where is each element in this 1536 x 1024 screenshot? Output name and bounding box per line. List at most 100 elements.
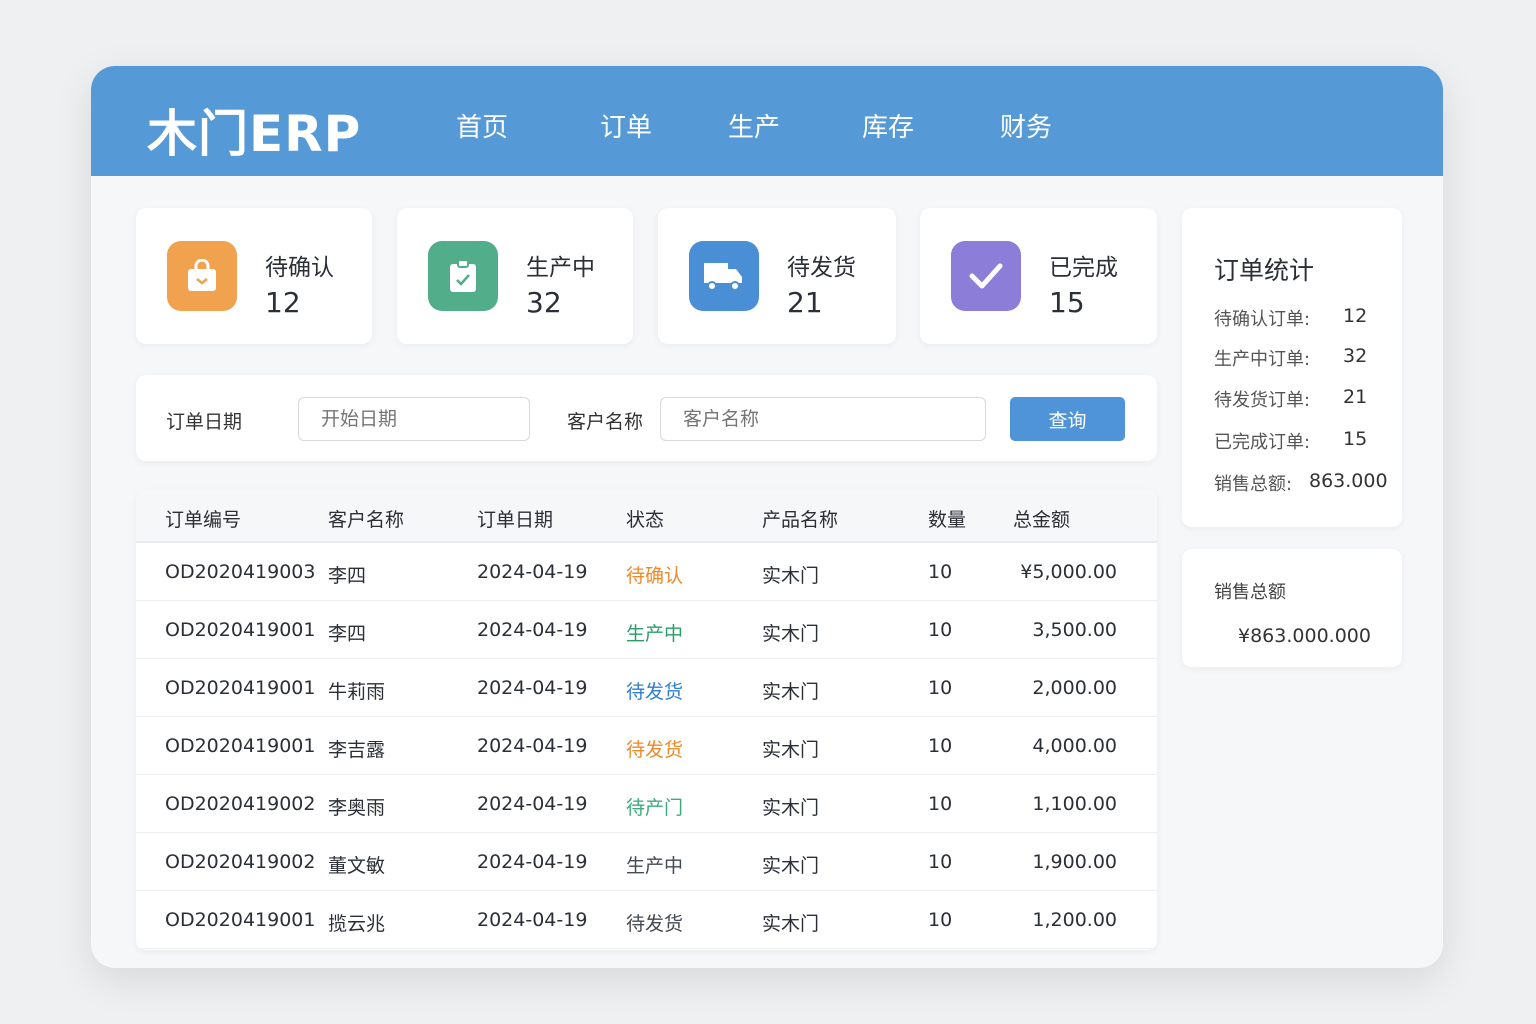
cell-status: 生产中 xyxy=(626,855,684,877)
sales-total-value: 863.000 xyxy=(1309,470,1388,492)
stat-card-shipping[interactable]: 待发货 21 xyxy=(658,208,896,344)
summary-value: 12 xyxy=(1343,305,1368,327)
cell-customer-name: 李四 xyxy=(328,623,367,645)
table-row[interactable]: OD2020419001 李吉露 2024-04-19 待发货 实木门 10 4,000.0… xyxy=(136,717,1157,775)
cell-order-id: OD2020419002 xyxy=(165,793,316,815)
nav-production[interactable]: 生产 xyxy=(728,107,780,144)
cell-product-name: 实木门 xyxy=(762,623,820,645)
stat-value: 15 xyxy=(1049,286,1085,319)
cell-status: 待产门 xyxy=(626,797,684,819)
cell-customer-name: 李奥雨 xyxy=(328,797,386,819)
cell-product-name: 实木门 xyxy=(762,739,820,761)
cell-quantity: 10 xyxy=(928,619,953,641)
table-header: 订单编号 客户名称 订单日期 状态 产品名称 数量 总金额 xyxy=(136,490,1157,543)
sales-card-label: 销售总额 xyxy=(1214,582,1286,603)
cell-order-date: 2024-04-19 xyxy=(477,851,588,873)
stat-label: 已完成 xyxy=(1049,255,1118,281)
summary-value: 32 xyxy=(1343,345,1368,367)
orders-table: 订单编号 客户名称 订单日期 状态 产品名称 数量 总金额 OD20204190… xyxy=(136,490,1157,950)
stat-card-production[interactable]: 生产中 32 xyxy=(397,208,633,344)
stat-label: 待确认 xyxy=(265,255,334,281)
cell-amount: 3,500.00 xyxy=(1032,619,1117,641)
cell-customer-name: 董文敏 xyxy=(328,855,386,877)
col-amount[interactable]: 总金额 xyxy=(1013,505,1070,532)
date-label: 订单日期 xyxy=(166,411,243,433)
app-window: 木门ERP 首页 订单 生产 库存 财务 待确认 12 生产中 32 待发货 2… xyxy=(91,66,1443,968)
cell-status: 待发货 xyxy=(626,681,684,703)
table-row[interactable]: OD2020419001 牛莉雨 2024-04-19 待发货 实木门 10 2,000.0… xyxy=(136,659,1157,717)
stat-card-completed[interactable]: 已完成 15 xyxy=(920,208,1157,344)
summary-label: 待发货订单: xyxy=(1214,390,1311,411)
summary-label: 生产中订单: xyxy=(1214,349,1311,370)
col-order-id[interactable]: 订单编号 xyxy=(165,505,241,532)
cell-status: 待确认 xyxy=(626,565,684,587)
shopping-bag-icon xyxy=(167,241,237,311)
stat-card-pending[interactable]: 待确认 12 xyxy=(136,208,372,344)
cell-order-id: OD2020419001 xyxy=(165,677,316,699)
cell-amount: 4,000.00 xyxy=(1032,735,1117,757)
cell-order-id: OD2020419001 xyxy=(165,909,316,931)
cell-order-date: 2024-04-19 xyxy=(477,735,588,757)
table-row[interactable]: OD2020419003 李四 2024-04-19 待确认 实木门 10 ¥5,000.0… xyxy=(136,543,1157,601)
stat-label: 待发货 xyxy=(787,255,856,281)
cell-quantity: 10 xyxy=(928,677,953,699)
nav-home[interactable]: 首页 xyxy=(456,107,508,144)
cell-order-id: OD2020419002 xyxy=(165,851,316,873)
search-button[interactable]: 查询 xyxy=(1010,397,1125,441)
order-summary-panel: 订单统计 待确认订单: 12 生产中订单: 32 待发货订单: 21 已完成订单… xyxy=(1182,208,1402,527)
nav-orders[interactable]: 订单 xyxy=(600,107,652,144)
sales-card-value: ¥863.000.000 xyxy=(1238,625,1371,647)
cell-order-id: OD2020419003 xyxy=(165,561,316,583)
summary-value: 21 xyxy=(1343,386,1368,408)
cell-order-date: 2024-04-19 xyxy=(477,619,588,641)
cell-status: 生产中 xyxy=(626,623,684,645)
cell-product-name: 实木门 xyxy=(762,797,820,819)
cell-quantity: 10 xyxy=(928,561,953,583)
col-product[interactable]: 产品名称 xyxy=(762,505,838,532)
cell-order-date: 2024-04-19 xyxy=(477,909,588,931)
truck-icon xyxy=(689,241,759,311)
cell-order-id: OD2020419001 xyxy=(165,619,316,641)
top-header: 木门ERP 首页 订单 生产 库存 财务 xyxy=(91,66,1443,176)
cell-quantity: 10 xyxy=(928,909,953,931)
col-customer[interactable]: 客户名称 xyxy=(328,505,404,532)
cell-amount: 1,900.00 xyxy=(1032,851,1117,873)
filter-bar: 订单日期 客户名称 查询 xyxy=(136,375,1157,461)
col-date[interactable]: 订单日期 xyxy=(477,505,553,532)
customer-label: 客户名称 xyxy=(567,411,644,433)
cell-status: 待发货 xyxy=(626,913,684,935)
sales-total-label: 销售总额: xyxy=(1214,474,1293,495)
cell-product-name: 实木门 xyxy=(762,855,820,877)
stat-value: 32 xyxy=(526,286,562,319)
cell-product-name: 实木门 xyxy=(762,913,820,935)
col-status[interactable]: 状态 xyxy=(626,505,664,532)
customer-input[interactable] xyxy=(660,397,986,441)
cell-amount: 1,100.00 xyxy=(1032,793,1117,815)
stat-value: 21 xyxy=(787,286,823,319)
clipboard-check-icon xyxy=(428,241,498,311)
cell-status: 待发货 xyxy=(626,739,684,761)
table-row[interactable]: OD2020419001 李四 2024-04-19 生产中 实木门 10 3,500.00 xyxy=(136,601,1157,659)
cell-product-name: 实木门 xyxy=(762,565,820,587)
summary-title: 订单统计 xyxy=(1214,256,1315,285)
nav-inventory[interactable]: 库存 xyxy=(862,107,914,144)
check-icon xyxy=(951,241,1021,311)
cell-customer-name: 李四 xyxy=(328,565,367,587)
table-row[interactable]: OD2020419002 董文敏 2024-04-19 生产中 实木门 10 1,900.0… xyxy=(136,833,1157,891)
cell-product-name: 实木门 xyxy=(762,681,820,703)
nav-finance[interactable]: 财务 xyxy=(1000,107,1052,144)
summary-label: 已完成订单: xyxy=(1214,432,1311,453)
cell-quantity: 10 xyxy=(928,851,953,873)
cell-order-date: 2024-04-19 xyxy=(477,793,588,815)
cell-order-date: 2024-04-19 xyxy=(477,561,588,583)
cell-order-date: 2024-04-19 xyxy=(477,677,588,699)
cell-amount: 1,200.00 xyxy=(1032,909,1117,931)
date-input[interactable] xyxy=(298,397,530,441)
summary-value: 15 xyxy=(1343,428,1368,450)
stat-label: 生产中 xyxy=(526,255,595,281)
col-qty[interactable]: 数量 xyxy=(928,505,966,532)
table-row[interactable]: OD2020419001 揽云兆 2024-04-19 待发货 实木门 10 1,200.0… xyxy=(136,891,1157,949)
cell-order-id: OD2020419001 xyxy=(165,735,316,757)
cell-customer-name: 揽云兆 xyxy=(328,913,386,935)
table-row[interactable]: OD2020419002 李奥雨 2024-04-19 待产门 实木门 10 1,100.0… xyxy=(136,775,1157,833)
